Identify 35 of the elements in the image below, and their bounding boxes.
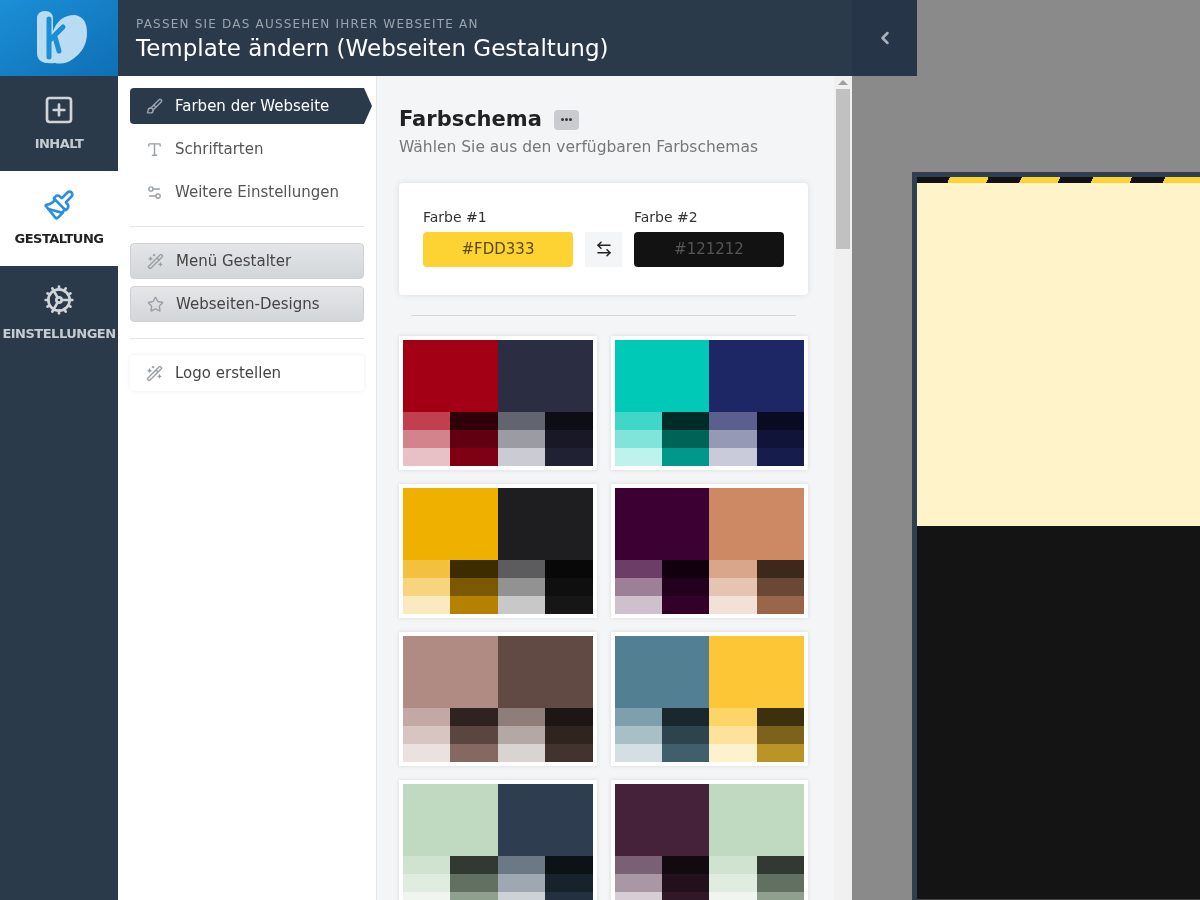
section-subtitle: Wählen Sie aus den verfügbaren Farbschemas bbox=[399, 136, 759, 158]
letter-icon bbox=[146, 140, 163, 158]
color-hex-value: #FDD333 bbox=[461, 239, 535, 260]
color-label: Farbe #2 bbox=[634, 207, 699, 227]
more-icon bbox=[560, 118, 572, 122]
color-palette-card[interactable] bbox=[399, 631, 597, 766]
paintbrush-icon bbox=[43, 188, 75, 221]
menu-item[interactable]: Farben der Webseite bbox=[130, 88, 372, 124]
color-label: Farbe #1 bbox=[423, 207, 488, 227]
color-palette-card[interactable] bbox=[399, 779, 597, 900]
swap-icon bbox=[594, 240, 613, 259]
more-button[interactable] bbox=[553, 109, 579, 130]
magic-wand-icon bbox=[147, 252, 164, 270]
swap-button[interactable] bbox=[585, 231, 622, 267]
brush-icon bbox=[146, 97, 163, 115]
header-title: Template ändern (Webseiten Gestaltung) bbox=[136, 34, 610, 63]
section-title: Farbschema bbox=[399, 106, 542, 133]
menu-item[interactable]: Schriftarten bbox=[130, 131, 364, 167]
menu-item[interactable]: Webseiten-Designs bbox=[130, 286, 364, 322]
magic-wand-icon bbox=[146, 364, 163, 382]
rail-tab[interactable]: GESTALTUNG bbox=[0, 171, 118, 266]
color-palette-card[interactable] bbox=[610, 483, 808, 618]
color-palette-card[interactable] bbox=[610, 779, 808, 900]
menu-item[interactable]: Logo erstellen bbox=[130, 355, 364, 391]
color-palette-card[interactable] bbox=[610, 631, 808, 766]
color-field[interactable]: #FDD333 bbox=[423, 231, 573, 267]
color-palette-card[interactable] bbox=[399, 335, 597, 470]
star-icon bbox=[147, 295, 164, 313]
header-subtitle: PASSEN SIE DAS AUSSEHEN IHRER WEBSEITE AN bbox=[136, 16, 480, 32]
menu-item[interactable]: Weitere Einstellungen bbox=[130, 174, 364, 210]
menu-item[interactable]: Menü Gestalter bbox=[130, 243, 364, 279]
color-palette-card[interactable] bbox=[610, 335, 808, 470]
scrollbar-thumb[interactable] bbox=[836, 89, 850, 249]
color-palette-card[interactable] bbox=[399, 483, 597, 618]
color-hex-value: #121212 bbox=[674, 239, 744, 260]
